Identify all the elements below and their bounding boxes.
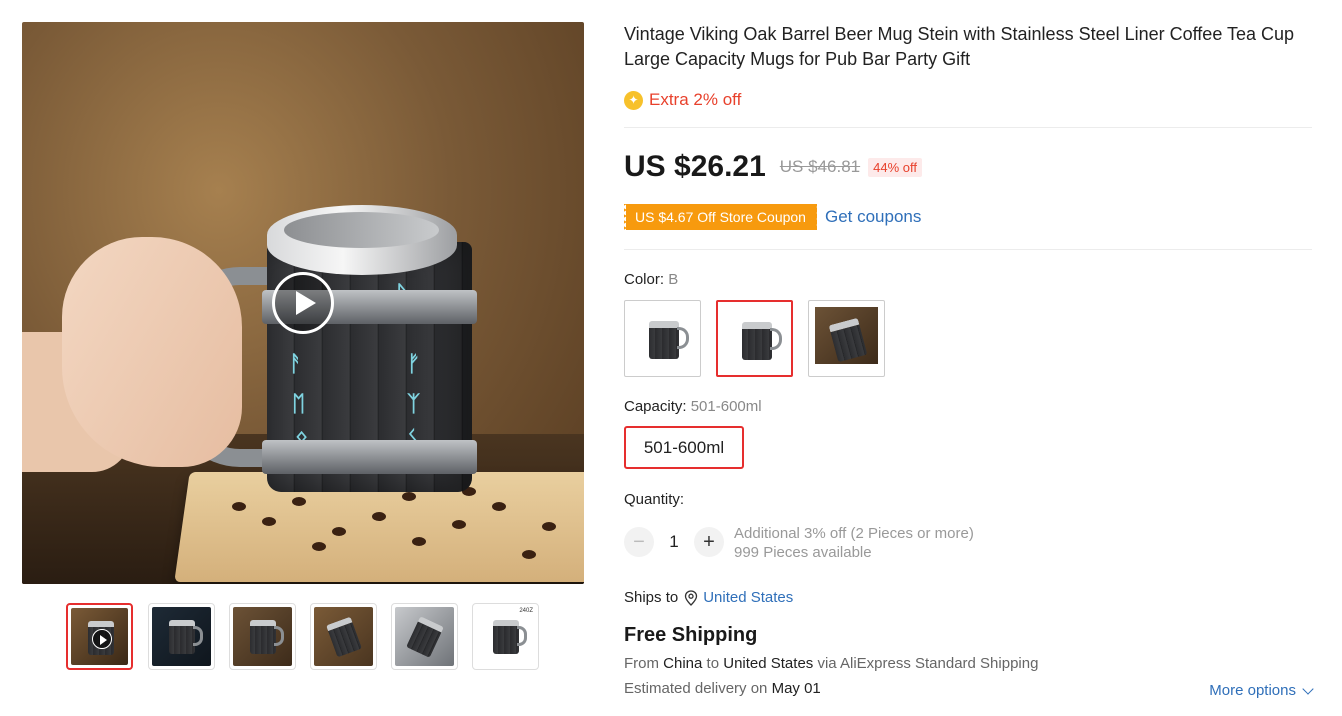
location-pin-icon (685, 589, 698, 606)
coffee-beans (222, 482, 572, 572)
more-options-text: More options (1209, 682, 1296, 699)
ships-to-country[interactable]: United States (703, 589, 793, 606)
thumbnail-5[interactable] (391, 603, 458, 670)
capacity-label: Capacity: 501-600ml (624, 398, 762, 415)
play-icon (92, 629, 112, 649)
thumb-mug (169, 620, 195, 654)
current-price: US $26.21 (624, 150, 766, 183)
route-from-label: From (624, 655, 664, 672)
color-label-text: Color: (624, 271, 669, 288)
original-price: US $46.81 (779, 157, 861, 176)
shipping-method: via AliExpress Standard Shipping (813, 655, 1039, 672)
thumbnail-4[interactable] (310, 603, 377, 670)
color-option-a[interactable] (624, 300, 701, 377)
quantity-label: Quantity: (624, 491, 685, 508)
free-shipping-heading: Free Shipping (624, 624, 758, 646)
capacity-selected-value: 501-600ml (690, 398, 762, 415)
quantity-decrease-button[interactable]: − (624, 527, 654, 557)
extra-discount: ✦ Extra 2% off (624, 90, 741, 110)
estimate-date: May 01 (771, 680, 821, 697)
quantity-info: Additional 3% off (2 Pieces or more) 999… (734, 524, 974, 562)
bulk-discount-note: Additional 3% off (2 Pieces or more) (734, 525, 974, 542)
estimated-delivery: Estimated delivery on May 01 (624, 680, 821, 697)
thumbnail-1[interactable] (66, 603, 133, 670)
product-title: Vintage Viking Oak Barrel Beer Mug Stein… (624, 24, 1295, 69)
thumbnail-6[interactable]: 240Z (472, 603, 539, 670)
coupon-row: US $4.67 Off Store Coupon Get coupons (622, 204, 921, 230)
quantity-increase-button[interactable]: + (694, 527, 724, 557)
quantity-value[interactable]: 1 (654, 532, 694, 552)
chevron-down-icon (1302, 682, 1314, 695)
thumb-dimension-label: 240Z (519, 608, 533, 614)
swatch-handle (677, 327, 689, 349)
play-icon (296, 291, 316, 315)
ships-to-label: Ships to (624, 589, 679, 606)
shipping-route: From China to United States via AliExpre… (624, 655, 1038, 672)
discount-badge: 44% off (868, 157, 922, 177)
swatch-mug (742, 322, 772, 360)
main-product-image[interactable]: ᚱ ᚨ ᚠ ᛖ ᛉ ᛟ ᛊ (22, 22, 584, 584)
thumbnail-2[interactable] (148, 603, 215, 670)
thumb-mug (250, 620, 276, 654)
hand (62, 237, 242, 467)
color-swatches (624, 300, 900, 377)
play-video-button[interactable] (272, 272, 334, 334)
more-options-link[interactable]: More options (1209, 682, 1314, 699)
coin-icon: ✦ (624, 90, 643, 110)
swatch-handle (770, 328, 782, 350)
store-coupon-tag[interactable]: US $4.67 Off Store Coupon (622, 204, 819, 230)
thumbnail-3[interactable] (229, 603, 296, 670)
mug-band-bottom (262, 440, 477, 474)
swatch-mug (649, 321, 679, 359)
color-option-b[interactable] (716, 300, 793, 377)
route-to-label: to (702, 655, 724, 672)
quantity-stepper: − 1 + (624, 527, 724, 557)
get-coupons-link[interactable]: Get coupons (825, 207, 921, 227)
ships-to-row: Ships to United States (624, 589, 793, 606)
destination-country: United States (723, 655, 814, 672)
estimate-label: Estimated delivery on (624, 680, 772, 697)
color-label: Color: B (624, 271, 678, 288)
extra-discount-text: Extra 2% off (649, 90, 742, 109)
stock-available: 999 Pieces available (734, 544, 872, 561)
price-row: US $26.21 US $46.81 44% off (624, 150, 922, 184)
thumbnail-strip: 240Z (66, 603, 546, 671)
mug-liner (284, 212, 439, 248)
origin-country: China (663, 655, 703, 672)
capacity-label-text: Capacity: (624, 398, 691, 415)
divider (624, 127, 1312, 128)
divider (624, 249, 1312, 250)
capacity-option-501-600ml[interactable]: 501-600ml (624, 426, 744, 469)
color-selected-value: B (668, 271, 679, 288)
thumb-mug (493, 620, 519, 654)
color-option-c[interactable] (808, 300, 885, 377)
